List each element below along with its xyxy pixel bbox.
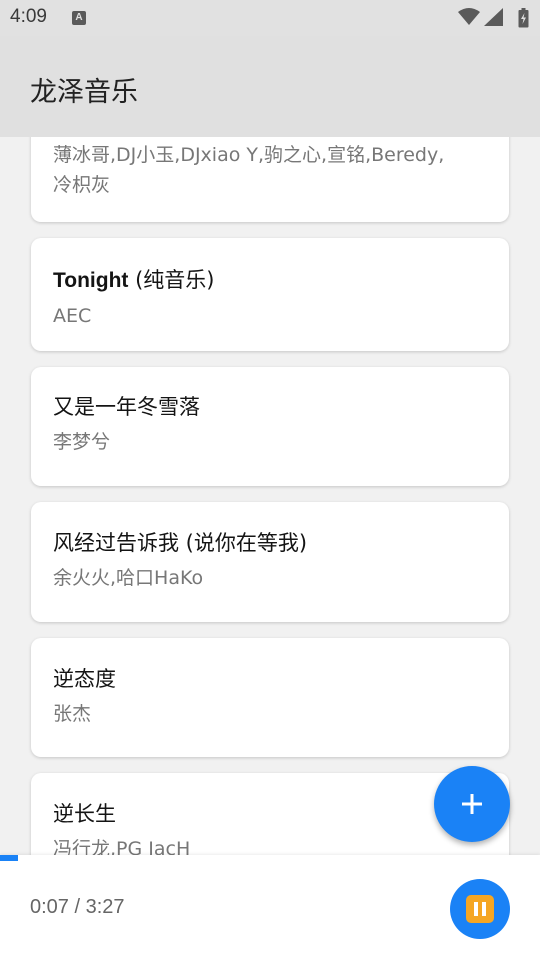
notification-a-icon: A: [72, 11, 86, 25]
signal-icon: [484, 8, 503, 26]
song-card[interactable]: 风经过告诉我 (说你在等我) 余火火,哈口HaKo: [31, 502, 509, 622]
song-card[interactable]: 又是一年冬雪落 李梦兮: [31, 367, 509, 486]
pause-icon: [466, 895, 494, 923]
status-icons: [458, 8, 530, 28]
status-time: 4:09: [10, 6, 47, 27]
add-fab-button[interactable]: [434, 766, 510, 842]
wifi-icon: [458, 8, 480, 25]
song-artist: 余火火,哈口HaKo: [53, 567, 204, 589]
song-title-en: Tonight: [53, 269, 129, 292]
status-bar: 4:09 A: [0, 0, 540, 36]
pause-button[interactable]: [450, 879, 510, 939]
song-artist: 张杰: [53, 703, 92, 725]
app-title: 龙泽音乐: [30, 77, 138, 108]
song-artist-line2: 冷枳灰: [53, 174, 111, 196]
app-bar: 龙泽音乐: [0, 36, 540, 137]
song-artist: 冯行龙,PG JacH: [53, 838, 191, 855]
song-card[interactable]: 薄冰哥,DJ小玉,DJxiao Y,驹之心,宣铭,Beredy, 冷枳灰: [31, 137, 509, 222]
song-artist: AEC: [53, 305, 92, 327]
song-artist: 薄冰哥,DJ小玉,DJxiao Y,驹之心,宣铭,Beredy,: [53, 144, 445, 166]
song-title: 逆长生: [53, 802, 116, 826]
song-list[interactable]: 薄冰哥,DJ小玉,DJxiao Y,驹之心,宣铭,Beredy, 冷枳灰 Ton…: [0, 137, 540, 855]
song-title: 逆态度: [53, 667, 116, 691]
progress-bar[interactable]: [0, 855, 19, 861]
song-title: 又是一年冬雪落: [53, 395, 200, 419]
song-title-cn: (纯音乐): [128, 268, 215, 292]
song-card[interactable]: Tonight (纯音乐) AEC: [31, 238, 509, 351]
battery-icon: [518, 8, 529, 28]
song-card[interactable]: 逆态度 张杰: [31, 638, 509, 757]
playback-time: 0:07 / 3:27: [30, 896, 125, 918]
song-title: 风经过告诉我 (说你在等我): [53, 531, 308, 555]
plus-icon: [462, 794, 482, 814]
song-title: Tonight (纯音乐): [53, 266, 487, 295]
player-bar: 0:07 / 3:27: [0, 855, 540, 960]
song-artist: 李梦兮: [53, 431, 111, 453]
